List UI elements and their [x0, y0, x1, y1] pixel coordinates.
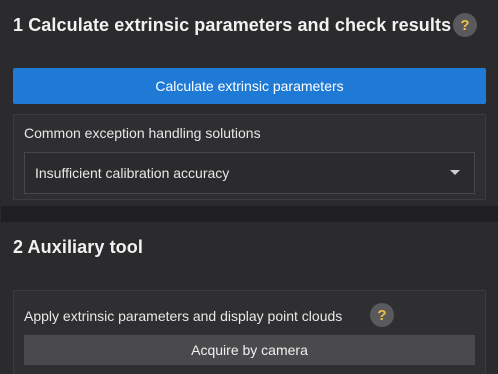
- exception-label: Common exception handling solutions: [24, 125, 261, 141]
- section1-title: 1 Calculate extrinsic parameters and che…: [13, 14, 452, 35]
- section-divider: [1, 206, 498, 218]
- apply-label: Apply extrinsic parameters and display p…: [24, 308, 343, 324]
- chevron-down-icon: [450, 170, 460, 175]
- apply-card: Apply extrinsic parameters and display p…: [13, 290, 486, 374]
- section2-header: 2 Auxiliary tool: [1, 222, 498, 272]
- section1-header: 1 Calculate extrinsic parameters and che…: [1, 0, 498, 50]
- exception-select[interactable]: Insufficient calibration accuracy: [24, 152, 475, 194]
- help-icon[interactable]: ?: [453, 13, 477, 37]
- acquire-by-camera-button[interactable]: Acquire by camera: [24, 335, 475, 365]
- exception-card: Common exception handling solutions Insu…: [13, 114, 486, 200]
- help-icon[interactable]: ?: [370, 303, 394, 327]
- calculate-extrinsic-button[interactable]: Calculate extrinsic parameters: [13, 68, 486, 104]
- section2-body: Apply extrinsic parameters and display p…: [1, 272, 498, 374]
- exception-selected-value: Insufficient calibration accuracy: [35, 165, 230, 181]
- section1-body: Calculate extrinsic parameters Common ex…: [1, 50, 498, 206]
- section2-title: 2 Auxiliary tool: [13, 236, 143, 257]
- calibration-panel: 1 Calculate extrinsic parameters and che…: [0, 0, 498, 374]
